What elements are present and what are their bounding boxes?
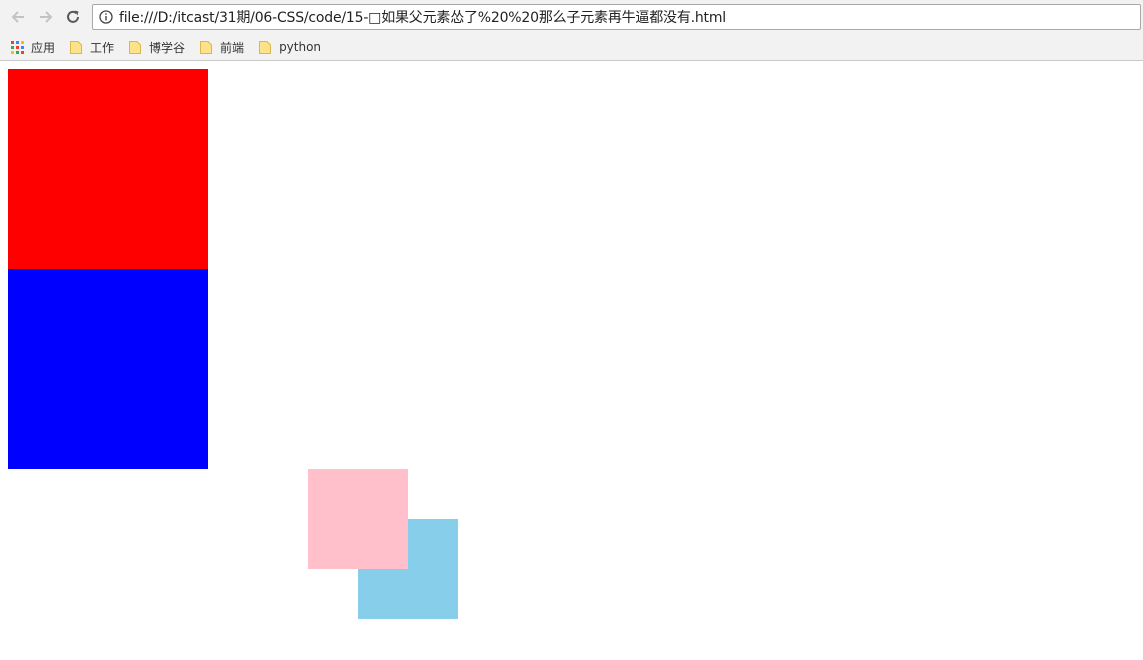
bookmark-work[interactable]: 工作 bbox=[65, 36, 118, 58]
folder-icon bbox=[69, 40, 83, 54]
forward-arrow-icon bbox=[40, 11, 53, 23]
url-text: file:///D:/itcast/31期/06-CSS/code/15-□如果… bbox=[119, 10, 726, 26]
blue-box bbox=[8, 269, 208, 469]
bookmark-label: 博学谷 bbox=[149, 40, 186, 55]
apps-grid-icon bbox=[10, 40, 24, 54]
bookmark-label: 前端 bbox=[220, 40, 245, 55]
bookmark-label: python bbox=[279, 40, 322, 54]
folder-icon bbox=[128, 40, 142, 54]
bookmark-frontend[interactable]: 前端 bbox=[195, 36, 248, 58]
red-box bbox=[8, 69, 208, 269]
bookmark-python[interactable]: python bbox=[254, 36, 325, 58]
forward-button[interactable] bbox=[36, 7, 56, 27]
bookmark-label: 应用 bbox=[31, 40, 56, 55]
address-bar[interactable]: file:///D:/itcast/31期/06-CSS/code/15-□如果… bbox=[92, 4, 1141, 30]
info-icon[interactable] bbox=[99, 10, 113, 24]
back-arrow-icon bbox=[11, 11, 24, 23]
reload-button[interactable] bbox=[63, 7, 83, 27]
browser-toolbar: file:///D:/itcast/31期/06-CSS/code/15-□如果… bbox=[0, 0, 1143, 34]
bookmarks-bar: 应用 工作 博学谷 前端 python bbox=[0, 34, 1143, 60]
browser-chrome: file:///D:/itcast/31期/06-CSS/code/15-□如果… bbox=[0, 0, 1143, 61]
bookmark-boxuegu[interactable]: 博学谷 bbox=[124, 36, 189, 58]
page-content bbox=[0, 61, 1143, 660]
folder-icon bbox=[199, 40, 213, 54]
reload-icon bbox=[67, 10, 79, 23]
pink-box bbox=[308, 469, 408, 569]
folder-icon bbox=[258, 40, 272, 54]
back-button[interactable] bbox=[8, 7, 28, 27]
bookmark-label: 工作 bbox=[90, 40, 115, 55]
bookmark-apps[interactable]: 应用 bbox=[6, 36, 59, 58]
